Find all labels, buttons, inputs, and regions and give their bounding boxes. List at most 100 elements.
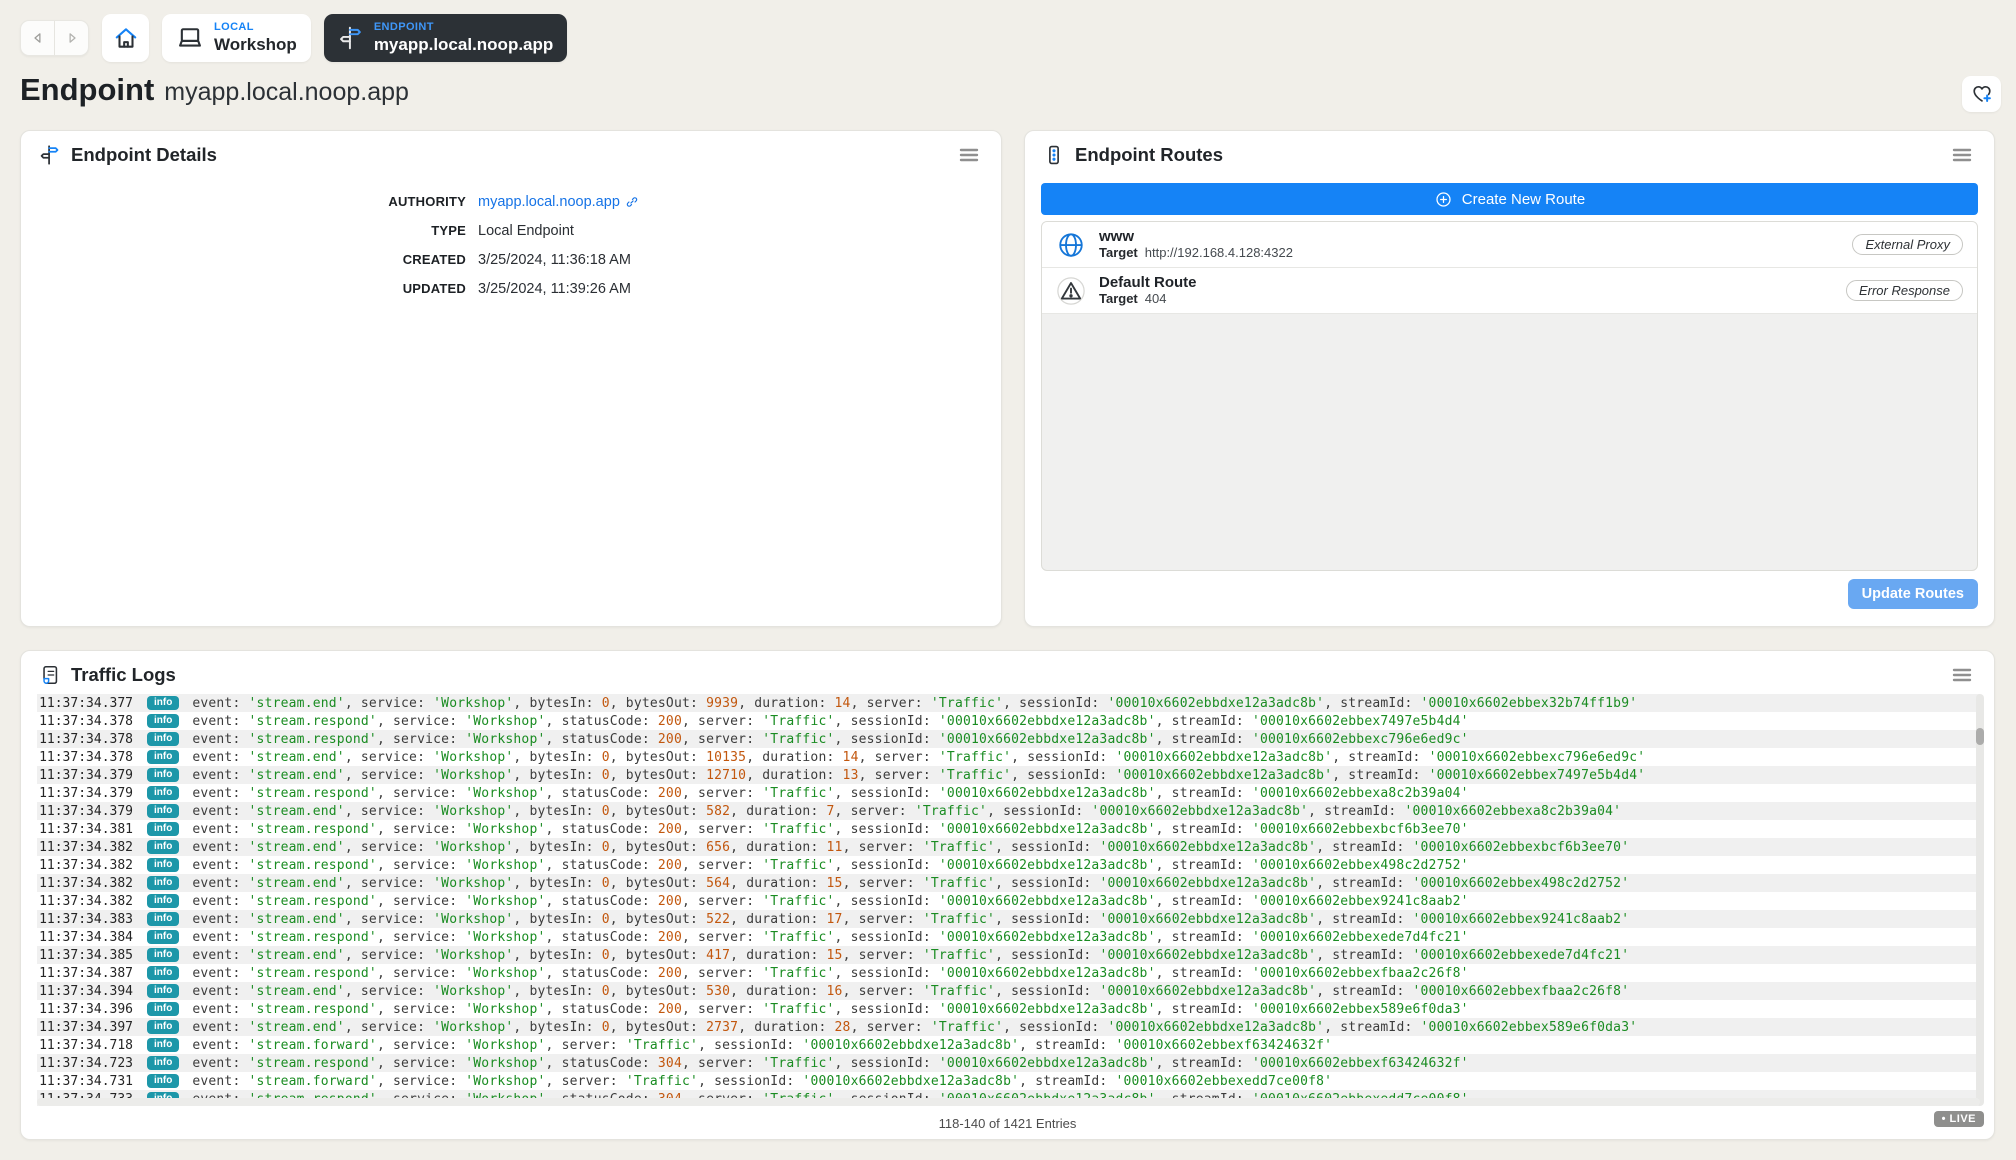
logs-menu-button[interactable]	[1948, 663, 1976, 687]
details-panel-title: Endpoint Details	[71, 144, 217, 166]
details-panel-header: Endpoint Details	[21, 131, 1001, 179]
log-timestamp: 11:37:34.387	[37, 966, 133, 981]
log-message: event: 'stream.respond', service: 'Works…	[192, 714, 1468, 729]
log-row: 11:37:34.387 info event: 'stream.respond…	[37, 964, 1980, 982]
log-level-badge: info	[147, 1056, 179, 1070]
route-type-badge: Error Response	[1846, 280, 1963, 301]
log-level-badge: info	[147, 1074, 179, 1088]
forward-button[interactable]	[55, 20, 88, 56]
log-list: 11:37:34.377 info event: 'stream.end', s…	[37, 694, 1980, 1106]
log-timestamp: 11:37:34.382	[37, 876, 133, 891]
authority-link[interactable]: myapp.local.noop.app	[478, 194, 620, 210]
log-message: event: 'stream.respond', service: 'Works…	[192, 786, 1468, 801]
detail-value: Local Endpoint	[478, 223, 574, 239]
create-new-route-label: Create New Route	[1462, 191, 1585, 208]
logs-horizontal-scrollbar[interactable]	[37, 1098, 1980, 1106]
top-nav: LOCAL Workshop ENDPOINT myapp.local.noop…	[20, 14, 567, 62]
log-row: 11:37:34.382 info event: 'stream.respond…	[37, 892, 1980, 910]
log-level-badge: info	[147, 786, 179, 800]
route-type-badge: External Proxy	[1852, 234, 1963, 255]
home-button[interactable]	[102, 14, 149, 62]
tab-workshop[interactable]: LOCAL Workshop	[162, 14, 311, 62]
detail-label: CREATED	[21, 252, 466, 267]
page-subtitle: myapp.local.noop.app	[164, 78, 409, 107]
endpoint-routes-panel: Endpoint Routes Create New Route	[1024, 130, 1995, 627]
page-header: Endpoint myapp.local.noop.app	[20, 72, 409, 108]
log-message: event: 'stream.respond', service: 'Works…	[192, 732, 1468, 747]
log-level-badge: info	[147, 1002, 179, 1016]
tab-endpoint-kind: ENDPOINT	[374, 22, 434, 34]
route-target-value: 404	[1145, 291, 1167, 306]
route-name: Default Route	[1099, 274, 1197, 291]
log-message: event: 'stream.respond', service: 'Works…	[192, 1056, 1468, 1071]
log-message: event: 'stream.respond', service: 'Works…	[192, 894, 1468, 909]
routes-panel-header: Endpoint Routes	[1025, 131, 1994, 179]
log-message: event: 'stream.respond', service: 'Works…	[192, 822, 1468, 837]
detail-value: 3/25/2024, 11:36:18 AM	[478, 252, 631, 268]
log-row: 11:37:34.718 info event: 'stream.forward…	[37, 1036, 1980, 1054]
log-row: 11:37:34.394 info event: 'stream.end', s…	[37, 982, 1980, 1000]
logs-panel-title: Traffic Logs	[71, 664, 176, 686]
detail-label: AUTHORITY	[21, 194, 466, 209]
log-timestamp: 11:37:34.379	[37, 804, 133, 819]
routes-menu-button[interactable]	[1948, 143, 1976, 167]
favorite-button[interactable]	[1962, 76, 2001, 112]
log-timestamp: 11:37:34.378	[37, 750, 133, 765]
create-new-route-button[interactable]: Create New Route	[1041, 183, 1978, 215]
history-nav-group	[20, 20, 89, 56]
log-level-badge: info	[147, 1038, 179, 1052]
signpost-icon	[338, 25, 364, 51]
live-badge[interactable]: • LIVE	[1934, 1111, 1984, 1127]
entries-count: 118-140 of 1421 Entries	[21, 1116, 1994, 1131]
circle-plus-icon	[1434, 190, 1453, 209]
endpoint-details-panel: Endpoint Details AUTHORITY myapp.local.n…	[20, 130, 1002, 627]
routes-list: www Targethttp://192.168.4.128:4322 Exte…	[1041, 221, 1978, 571]
chevron-left-icon	[29, 29, 47, 47]
log-row: 11:37:34.731 info event: 'stream.forward…	[37, 1072, 1980, 1090]
log-message: event: 'stream.respond', service: 'Works…	[192, 930, 1468, 945]
log-row: 11:37:34.377 info event: 'stream.end', s…	[37, 694, 1980, 712]
log-level-badge: info	[147, 912, 179, 926]
laptop-icon	[176, 24, 204, 52]
details-menu-button[interactable]	[955, 143, 983, 167]
log-timestamp: 11:37:34.377	[37, 696, 133, 711]
tab-workshop-kind: LOCAL	[214, 22, 254, 34]
hamburger-icon	[1952, 147, 1972, 163]
log-message: event: 'stream.end', service: 'Workshop'…	[192, 948, 1629, 963]
tab-endpoint[interactable]: ENDPOINT myapp.local.noop.app	[324, 14, 567, 62]
log-level-badge: info	[147, 840, 179, 854]
scrollbar-thumb[interactable]	[1976, 728, 1984, 745]
back-button[interactable]	[21, 20, 54, 56]
log-timestamp: 11:37:34.723	[37, 1056, 133, 1071]
log-message: event: 'stream.end', service: 'Workshop'…	[192, 696, 1637, 711]
route-row[interactable]: www Targethttp://192.168.4.128:4322 Exte…	[1042, 222, 1977, 268]
log-level-badge: info	[147, 948, 179, 962]
log-row: 11:37:34.379 info event: 'stream.end', s…	[37, 802, 1980, 820]
route-row[interactable]: Default Route Target404 Error Response	[1042, 268, 1977, 314]
log-message: event: 'stream.end', service: 'Workshop'…	[192, 912, 1629, 927]
log-timestamp: 11:37:34.396	[37, 1002, 133, 1017]
log-level-badge: info	[147, 714, 179, 728]
log-row: 11:37:34.378 info event: 'stream.end', s…	[37, 748, 1980, 766]
page-title: Endpoint	[20, 72, 154, 108]
log-message: event: 'stream.respond', service: 'Works…	[192, 1002, 1468, 1017]
log-level-badge: info	[147, 894, 179, 908]
log-level-badge: info	[147, 876, 179, 890]
log-row: 11:37:34.384 info event: 'stream.respond…	[37, 928, 1980, 946]
log-message: event: 'stream.end', service: 'Workshop'…	[192, 876, 1629, 891]
traffic-light-icon	[1043, 144, 1065, 166]
log-row: 11:37:34.396 info event: 'stream.respond…	[37, 1000, 1980, 1018]
log-level-badge: info	[147, 732, 179, 746]
log-timestamp: 11:37:34.378	[37, 732, 133, 747]
update-routes-button[interactable]: Update Routes	[1848, 579, 1978, 609]
log-message: event: 'stream.forward', service: 'Works…	[192, 1074, 1332, 1089]
logs-vertical-scrollbar	[1976, 694, 1984, 1106]
log-level-badge: info	[147, 696, 179, 710]
route-name: www	[1099, 228, 1293, 245]
log-level-badge: info	[147, 1020, 179, 1034]
log-row: 11:37:34.378 info event: 'stream.respond…	[37, 712, 1980, 730]
signpost-icon	[39, 144, 61, 166]
route-target-label: Target	[1099, 245, 1138, 260]
log-level-badge: info	[147, 858, 179, 872]
log-row: 11:37:34.382 info event: 'stream.end', s…	[37, 874, 1980, 892]
